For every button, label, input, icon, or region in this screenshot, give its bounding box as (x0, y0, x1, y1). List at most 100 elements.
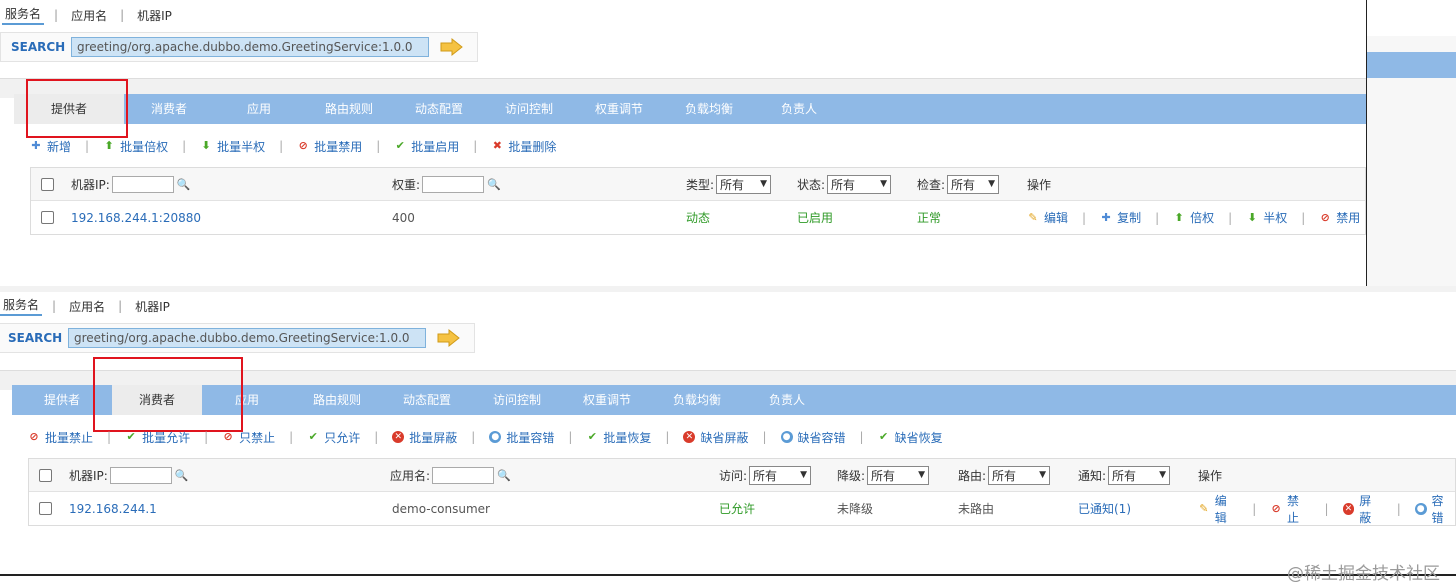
tab-load-balance[interactable]: 负载均衡 (664, 94, 754, 124)
row-ops: ✎ 编辑 | ⊘ 禁止 | ✕ 屏蔽 | ● 容错 (1198, 492, 1455, 526)
route-select[interactable]: 所有 ▼ (988, 465, 1051, 485)
provider-table: 机器IP: 🔍 权重: 🔍 类型: 所有 ▼ 状态: 所有 ▼ 检查: 所有 ▼ 操作 192.… (30, 167, 1366, 235)
info-circle-icon: ● (1414, 502, 1427, 515)
pencil-icon: ✎ (1028, 210, 1038, 224)
top-nav: 服务名 | 应用名 | 机器IP (0, 296, 173, 316)
search-bar: SEARCH greeting/org.apache.dubbo.demo.Gr… (0, 32, 478, 62)
provider-weight: 400 (392, 210, 415, 225)
ip-filter-input[interactable] (109, 466, 172, 484)
tab-load-balance[interactable]: 负载均衡 (652, 385, 742, 415)
arrow-up-icon: ⬆ (1174, 210, 1184, 224)
ops-header: 操作 (1198, 468, 1223, 483)
tolerate-button[interactable]: ● 容错 (1414, 492, 1455, 526)
ops-header: 操作 (1027, 177, 1052, 192)
half-weight-button[interactable]: ⬇ 半权 (1246, 209, 1288, 226)
tab-dynamic-config[interactable]: 动态配置 (382, 385, 472, 415)
nav-app-name[interactable]: 应用名 (66, 298, 108, 315)
batch-mask-button[interactable]: ✕ 批量屏蔽 (392, 429, 457, 446)
tab-weight[interactable]: 权重调节 (574, 94, 664, 124)
provider-status: 已启用 (797, 211, 834, 225)
type-select[interactable]: 所有 ▼ (716, 174, 772, 194)
degrade-select[interactable]: 所有 ▼ (867, 465, 930, 485)
provider-ip[interactable]: 192.168.244.1:20880 (71, 211, 201, 225)
forbid-button[interactable]: ⊘ 禁止 (1270, 492, 1310, 526)
tab-weight[interactable]: 权重调节 (562, 385, 652, 415)
only-forbid-button[interactable]: ⊘ 只禁止 (222, 429, 276, 446)
search-label: SEARCH (8, 331, 63, 345)
ban-icon: ⊘ (1320, 210, 1330, 224)
batch-forbid-button[interactable]: ⊘ 批量禁止 (28, 429, 93, 446)
consumer-notify[interactable]: 已通知(1) (1078, 500, 1131, 517)
chevron-down-icon: ▼ (760, 179, 768, 189)
disable-button[interactable]: ⊘ 禁用 (1319, 209, 1361, 226)
pencil-icon: ✎ (1199, 501, 1209, 515)
tab-dynamic-config[interactable]: 动态配置 (394, 94, 484, 124)
search-input[interactable]: greeting/org.apache.dubbo.demo.GreetingS… (71, 37, 429, 57)
consumer-ip[interactable]: 192.168.244.1 (69, 502, 157, 516)
search-icon[interactable]: 🔍 (497, 469, 511, 482)
arrow-right-icon[interactable] (439, 37, 465, 57)
tab-access-control[interactable]: 访问控制 (484, 94, 574, 124)
select-all-checkbox[interactable] (39, 468, 52, 482)
tab-owner[interactable]: 负责人 (754, 94, 844, 124)
table-header: 机器IP: 🔍 应用名: 🔍 访问: 所有 ▼ 降级: 所有 ▼ 路由: 所有 ▼ 通知: 所有 ▼… (29, 459, 1455, 492)
ip-filter-input[interactable] (111, 175, 174, 193)
chevron-down-icon: ▼ (1159, 470, 1167, 480)
check-icon: ✔ (587, 430, 597, 443)
tab-routes[interactable]: 路由规则 (292, 385, 382, 415)
arrow-right-icon[interactable] (436, 328, 462, 348)
batch-delete-button[interactable]: ✖ 批量删除 (491, 138, 557, 155)
tab-access-control[interactable]: 访问控制 (472, 385, 562, 415)
copy-button[interactable]: ✚ 复制 (1100, 209, 1141, 226)
batch-disable-button[interactable]: ⊘ 批量禁用 (297, 138, 363, 155)
check-select[interactable]: 所有 ▼ (947, 174, 1000, 194)
double-weight-button[interactable]: ⬆ 倍权 (1173, 209, 1215, 226)
nav-service-name[interactable]: 服务名 (0, 296, 43, 316)
access-select[interactable]: 所有 ▼ (749, 465, 812, 485)
mask-button[interactable]: ✕ 屏蔽 (1342, 492, 1383, 526)
row-checkbox[interactable] (41, 211, 54, 224)
batch-half-weight-button[interactable]: ⬇ 批量半权 (200, 138, 266, 155)
top-nav: 服务名 | 应用名 | 机器IP (2, 5, 175, 25)
search-icon[interactable]: 🔍 (487, 178, 501, 191)
arrow-up-icon: ⬆ (104, 139, 114, 152)
default-recover-button[interactable]: ✔ 缺省恢复 (878, 429, 943, 446)
batch-double-weight-button[interactable]: ⬆ 批量倍权 (103, 138, 168, 155)
search-icon[interactable]: 🔍 (175, 469, 189, 482)
add-button[interactable]: ✚ 新增 (30, 138, 71, 155)
tab-owner[interactable]: 负责人 (742, 385, 832, 415)
chevron-down-icon: ▼ (1039, 470, 1047, 480)
table-row: 192.168.244.1:20880 400 动态 已启用 正常 ✎ 编辑 | … (31, 201, 1365, 234)
ban-icon: ⊘ (223, 430, 233, 443)
tab-consumers[interactable]: 消费者 (124, 94, 214, 124)
ban-icon: ⊘ (298, 139, 308, 152)
batch-enable-button[interactable]: ✔ 批量启用 (394, 138, 460, 155)
edit-button[interactable]: ✎ 编辑 (1027, 209, 1068, 226)
status-select[interactable]: 所有 ▼ (827, 174, 892, 194)
weight-filter-input[interactable] (422, 175, 485, 193)
nav-machine-ip[interactable]: 机器IP (132, 298, 173, 315)
app-filter-input[interactable] (432, 466, 495, 484)
batch-tolerate-button[interactable]: ● 批量容错 (489, 429, 554, 446)
info-circle-icon: ● (780, 431, 793, 443)
delete-icon: ✖ (492, 139, 502, 152)
only-allow-button[interactable]: ✔ 只允许 (307, 429, 361, 446)
default-mask-button[interactable]: ✕ 缺省屏蔽 (683, 429, 748, 446)
row-checkbox[interactable] (39, 502, 52, 515)
nav-app-name[interactable]: 应用名 (68, 7, 110, 24)
chevron-down-icon: ▼ (988, 179, 996, 189)
batch-allow-button[interactable]: ✔ 批量允许 (125, 429, 190, 446)
nav-service-name[interactable]: 服务名 (2, 5, 45, 25)
nav-machine-ip[interactable]: 机器IP (134, 7, 175, 24)
edit-button[interactable]: ✎ 编辑 (1198, 492, 1238, 526)
select-all-checkbox[interactable] (41, 177, 54, 191)
provider-type: 动态 (686, 211, 711, 225)
tab-applications[interactable]: 应用 (214, 94, 304, 124)
tab-routes[interactable]: 路由规则 (304, 94, 394, 124)
batch-recover-button[interactable]: ✔ 批量恢复 (586, 429, 652, 446)
notify-select[interactable]: 所有 ▼ (1108, 465, 1171, 485)
arrow-down-icon: ⬇ (201, 139, 211, 152)
search-input[interactable]: greeting/org.apache.dubbo.demo.GreetingS… (68, 328, 426, 348)
default-tolerate-button[interactable]: ● 缺省容错 (780, 429, 846, 446)
search-icon[interactable]: 🔍 (177, 178, 191, 191)
